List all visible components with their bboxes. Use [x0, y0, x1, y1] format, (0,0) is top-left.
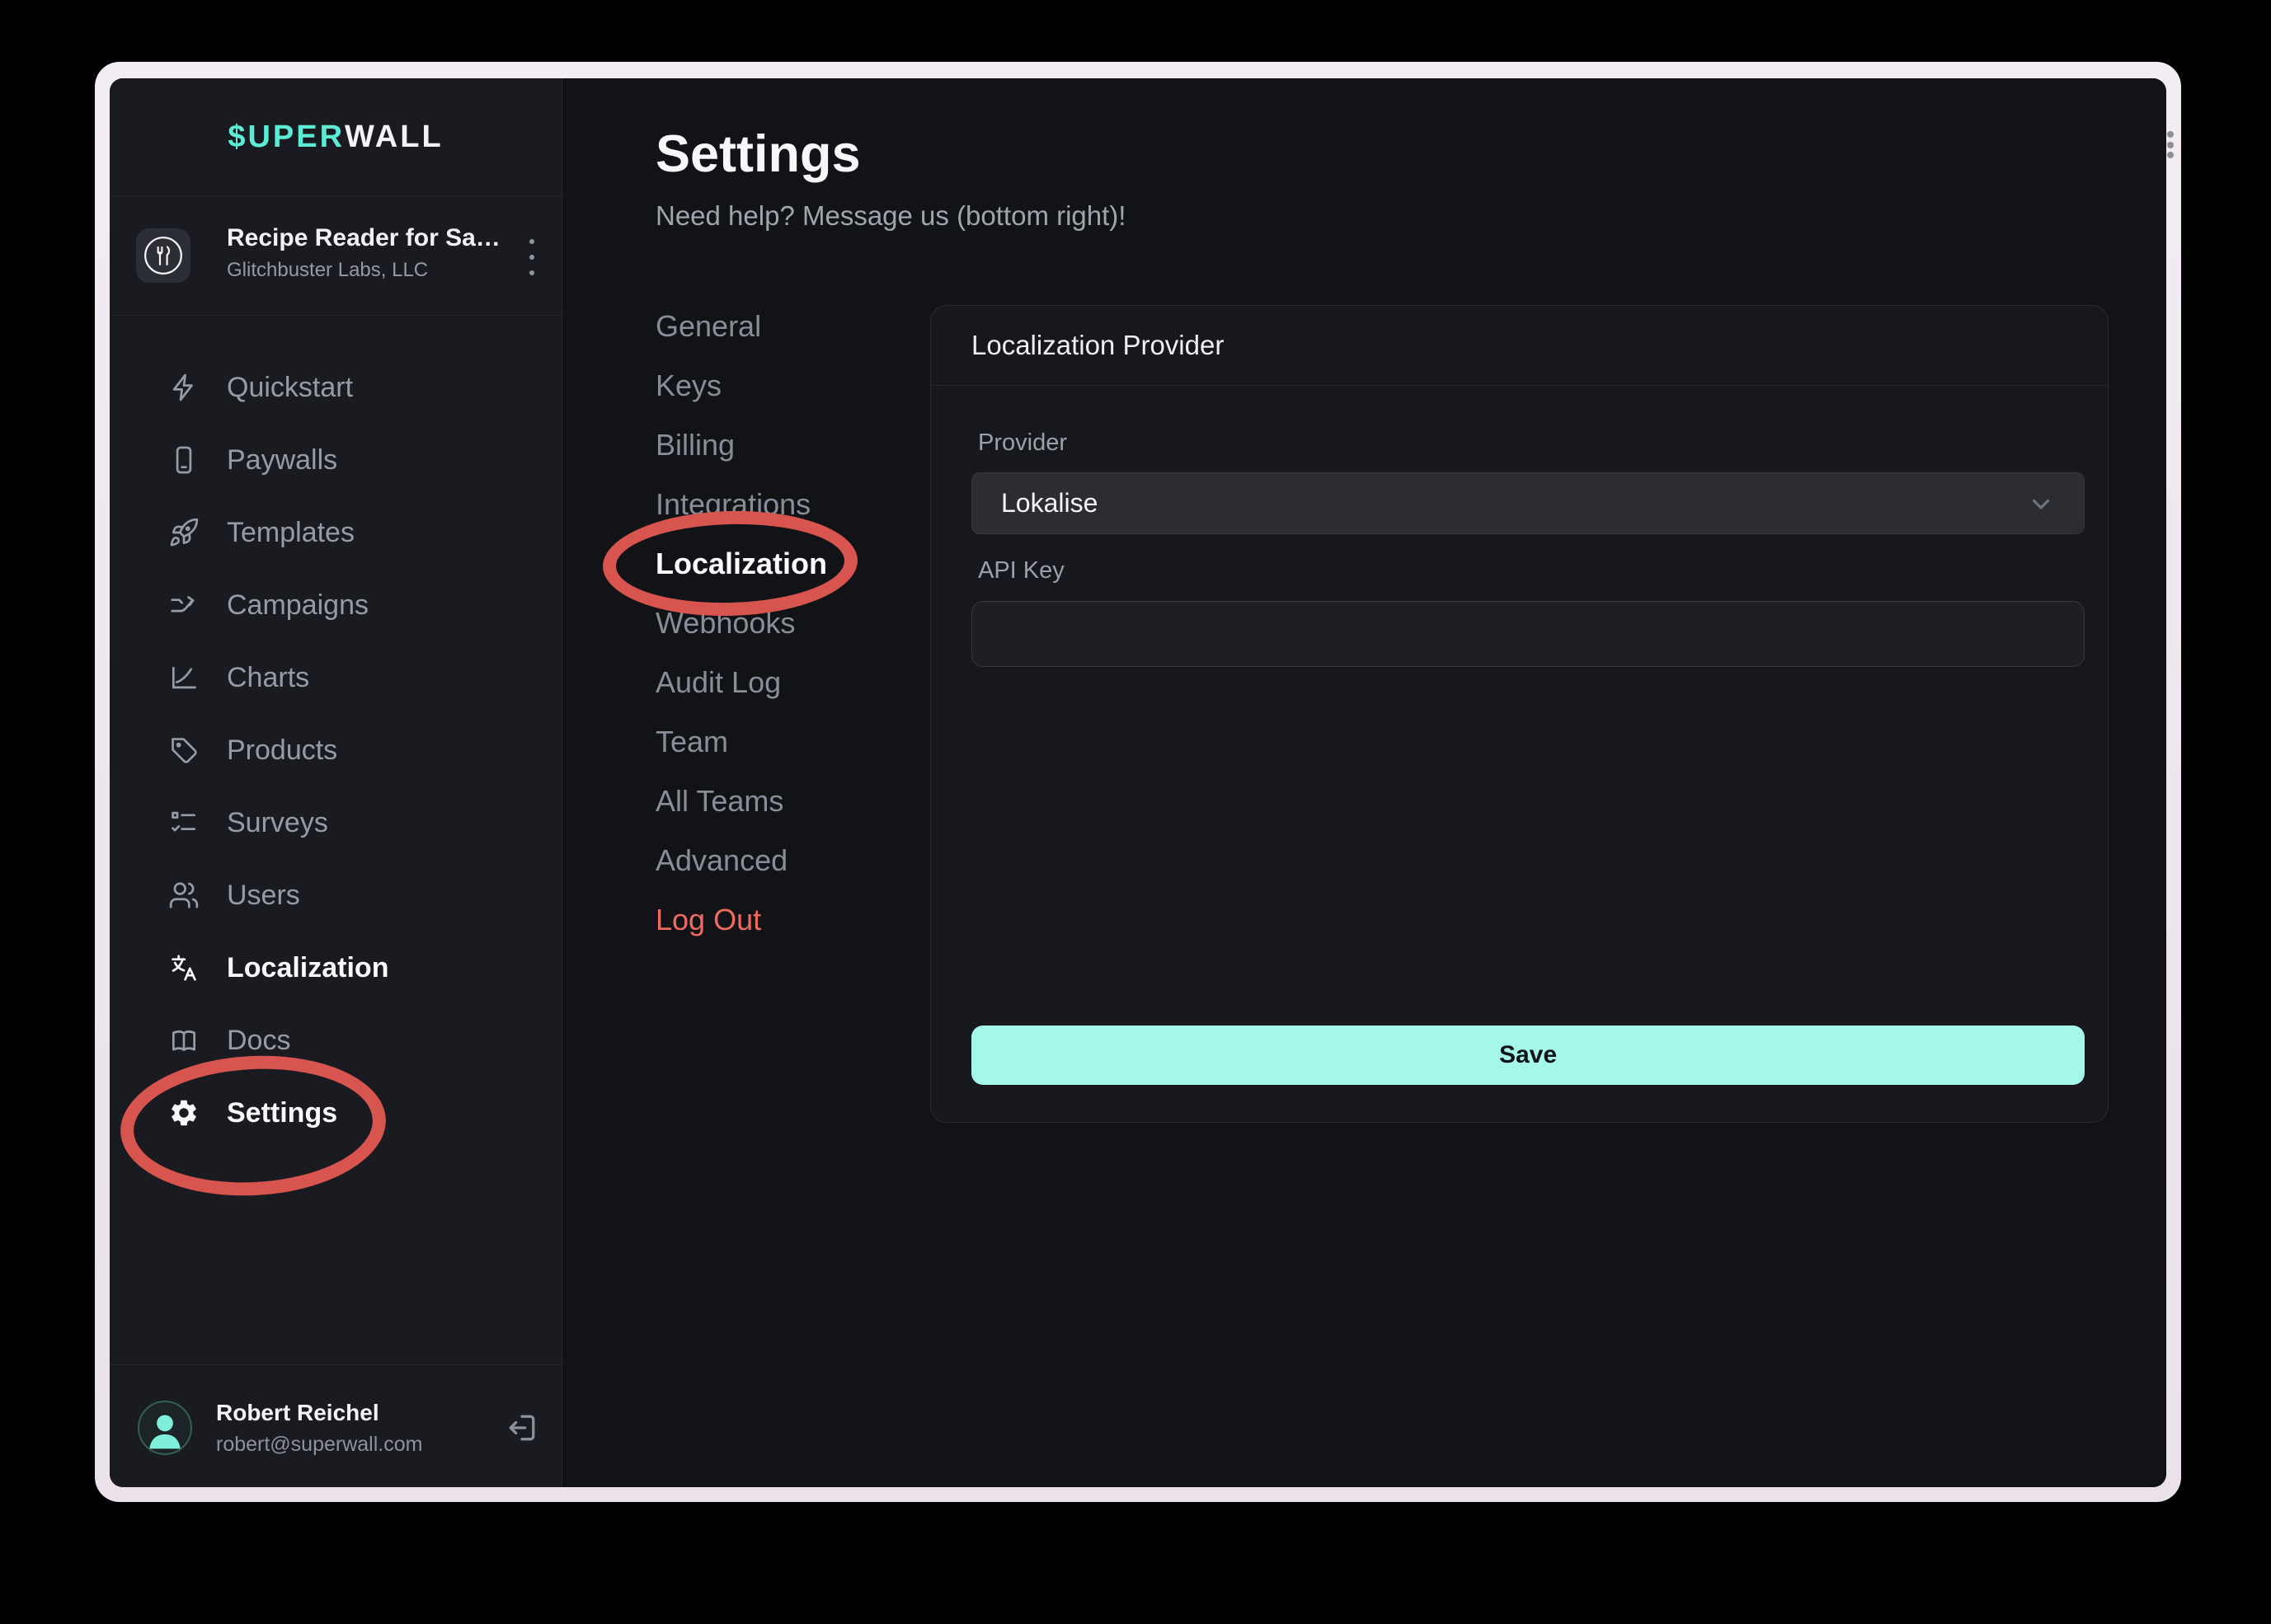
sidebar-item-label: Settings	[227, 1097, 337, 1129]
subnav-item-log-out[interactable]: Log Out	[656, 890, 919, 950]
window-handle-dot	[2167, 131, 2174, 138]
window-handle-dot	[2167, 152, 2174, 158]
subnav-item-team[interactable]: Team	[656, 712, 919, 772]
fork-knife-icon	[139, 231, 188, 280]
checklist-icon	[167, 806, 200, 839]
project-app-icon	[136, 228, 190, 283]
sidebar-item-label: Quickstart	[227, 372, 353, 404]
project-switcher[interactable]: Recipe Reader for Sa… Glitchbuster Labs,…	[110, 196, 562, 316]
sidebar-item-label: Products	[227, 735, 337, 767]
logo-teal-part: $UPER	[228, 120, 345, 155]
lightning-icon	[167, 371, 200, 404]
sidebar-item-label: Docs	[227, 1025, 290, 1057]
translate-icon	[167, 951, 200, 984]
sidebar-item-quickstart[interactable]: Quickstart	[110, 351, 562, 424]
subnav-item-advanced[interactable]: Advanced	[656, 831, 919, 890]
sidebar-item-users[interactable]: Users	[110, 859, 562, 932]
superwall-logo: $UPERWALL	[110, 78, 562, 196]
window-frame: $UPERWALL Recipe Reader for Sa… Glitchbu…	[95, 62, 2181, 1502]
book-icon	[167, 1024, 200, 1057]
card-title: Localization Provider	[931, 306, 2108, 386]
provider-select-value: Lokalise	[1001, 488, 2027, 519]
sidebar: $UPERWALL Recipe Reader for Sa… Glitchbu…	[110, 78, 562, 1487]
app-window: $UPERWALL Recipe Reader for Sa… Glitchbu…	[110, 78, 2166, 1487]
sidebar-item-label: Surveys	[227, 807, 328, 839]
gear-icon	[167, 1096, 200, 1129]
window-handle-dot	[2167, 142, 2174, 148]
sidebar-item-templates[interactable]: Templates	[110, 496, 562, 569]
subnav-item-localization[interactable]: Localization	[656, 534, 919, 594]
subnav-item-audit-log[interactable]: Audit Log	[656, 653, 919, 712]
phone-icon	[167, 444, 200, 476]
page-subtitle: Need help? Message us (bottom right)!	[656, 200, 1126, 232]
project-menu-kebab-icon[interactable]	[522, 237, 542, 277]
settings-subnav: General Keys Billing Integrations Locali…	[656, 297, 919, 950]
person-icon	[139, 1402, 190, 1453]
subnav-item-webhooks[interactable]: Webhooks	[656, 594, 919, 653]
sidebar-item-localization[interactable]: Localization	[110, 932, 562, 1004]
sidebar-item-settings[interactable]: Settings	[110, 1077, 562, 1149]
subnav-item-all-teams[interactable]: All Teams	[656, 772, 919, 831]
avatar	[138, 1401, 192, 1455]
sidebar-item-paywalls[interactable]: Paywalls	[110, 424, 562, 496]
api-key-label: API Key	[978, 557, 1065, 584]
subnav-item-general[interactable]: General	[656, 297, 919, 356]
sidebar-item-label: Templates	[227, 517, 355, 549]
project-org: Glitchbuster Labs, LLC	[227, 259, 428, 282]
sidebar-item-label: Localization	[227, 952, 388, 984]
logout-icon[interactable]	[504, 1410, 540, 1446]
save-button[interactable]: Save	[971, 1026, 2085, 1085]
subnav-item-billing[interactable]: Billing	[656, 415, 919, 475]
sidebar-item-campaigns[interactable]: Campaigns	[110, 569, 562, 641]
chevron-down-icon	[2027, 490, 2055, 518]
tag-icon	[167, 734, 200, 767]
logo-white-part: WALL	[345, 120, 444, 155]
screenshot-stage: $UPERWALL Recipe Reader for Sa… Glitchbu…	[0, 0, 2271, 1624]
project-name: Recipe Reader for Sa…	[227, 224, 501, 252]
subnav-item-keys[interactable]: Keys	[656, 356, 919, 415]
localization-provider-card: Localization Provider Provider Lokalise …	[930, 305, 2109, 1123]
sidebar-item-charts[interactable]: Charts	[110, 641, 562, 714]
sidebar-item-docs[interactable]: Docs	[110, 1004, 562, 1077]
sidebar-item-label: Users	[227, 880, 300, 912]
sidebar-item-products[interactable]: Products	[110, 714, 562, 786]
chart-icon	[167, 661, 200, 694]
api-key-input[interactable]	[971, 601, 2085, 667]
page-title: Settings	[656, 124, 861, 184]
user-email: robert@superwall.com	[216, 1433, 422, 1457]
subnav-item-integrations[interactable]: Integrations	[656, 475, 919, 534]
provider-select[interactable]: Lokalise	[971, 472, 2085, 534]
users-icon	[167, 879, 200, 912]
user-account-row[interactable]: Robert Reichel robert@superwall.com	[110, 1364, 562, 1487]
main-content: Settings Need help? Message us (bottom r…	[563, 78, 2166, 1487]
rocket-icon	[167, 516, 200, 549]
split-arrows-icon	[167, 589, 200, 622]
sidebar-item-label: Paywalls	[227, 444, 337, 476]
sidebar-item-label: Campaigns	[227, 589, 369, 622]
sidebar-nav: Quickstart Paywalls	[110, 351, 562, 1149]
user-name: Robert Reichel	[216, 1400, 379, 1426]
sidebar-item-surveys[interactable]: Surveys	[110, 786, 562, 859]
sidebar-item-label: Charts	[227, 662, 309, 694]
provider-label: Provider	[978, 429, 1067, 457]
